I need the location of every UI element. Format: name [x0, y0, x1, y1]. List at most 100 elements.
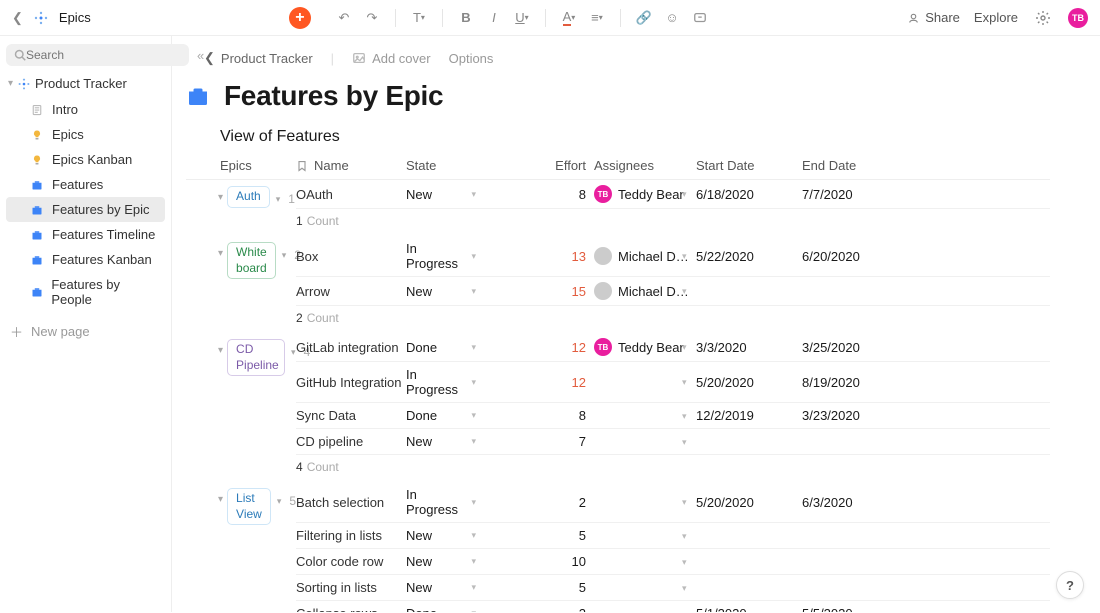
align-button[interactable]: ≡ ▾ [586, 7, 608, 29]
text-style-button[interactable]: T▾ [408, 7, 430, 29]
chevron-down-icon[interactable]: ▾ [471, 530, 476, 541]
explore-button[interactable]: Explore [974, 10, 1018, 25]
chevron-down-icon[interactable]: ▾ [218, 345, 223, 356]
table-row[interactable]: Collapse rowsDone▾2▾5/1/20205/5/2020 [296, 601, 1050, 612]
cell-assignee[interactable]: Michael Du… [586, 282, 696, 300]
search-input[interactable] [26, 48, 181, 62]
cell-state[interactable]: New▾ [406, 554, 506, 569]
table-row[interactable]: ArrowNew▾15Michael Du…▾ [296, 277, 1050, 306]
chevron-down-icon[interactable]: ▾ [471, 436, 476, 447]
table-row[interactable]: GitLab integrationDone▾12TBTeddy Bear▾3/… [296, 333, 1050, 362]
table-row[interactable]: GitHub IntegrationIn Progress▾12▾5/20/20… [296, 362, 1050, 403]
new-page-button[interactable]: ＋New page [6, 314, 165, 349]
search-box[interactable] [6, 44, 189, 66]
cell-assignee[interactable]: Michael Du… [586, 247, 696, 265]
cell-state[interactable]: In Progress▾ [406, 367, 506, 397]
table-row[interactable]: CD pipelineNew▾7▾ [296, 429, 1050, 455]
chevron-down-icon[interactable]: ▾ [277, 496, 282, 507]
chevron-down-icon[interactable]: ▾ [682, 286, 687, 297]
sidebar-item-epics-kanban[interactable]: Epics Kanban [6, 147, 165, 172]
collapse-sidebar-button[interactable]: « [195, 46, 206, 65]
share-button[interactable]: Share [909, 10, 960, 25]
sidebar-item-features-timeline[interactable]: Features Timeline [6, 222, 165, 247]
chevron-down-icon[interactable]: ▾ [682, 342, 687, 353]
redo-button[interactable]: ↷ [361, 7, 383, 29]
chevron-down-icon[interactable]: ▾ [471, 582, 476, 593]
cell-state[interactable]: New▾ [406, 284, 506, 299]
chevron-down-icon[interactable]: ▾ [471, 608, 476, 612]
chevron-down-icon[interactable]: ▾ [682, 251, 687, 262]
sidebar-item-features-kanban[interactable]: Features Kanban [6, 247, 165, 272]
chevron-down-icon[interactable]: ▾ [682, 377, 687, 388]
nav-group-product-tracker[interactable]: ▾ Product Tracker [6, 72, 165, 95]
col-header-start-date[interactable]: Start Date [696, 158, 802, 173]
sidebar-item-features-by-people[interactable]: Features by People [6, 272, 165, 312]
underline-button[interactable]: U▾ [511, 7, 533, 29]
sidebar-item-epics[interactable]: Epics [6, 122, 165, 147]
group-header[interactable]: ▾CD Pipeline▾4 [186, 333, 296, 482]
text-color-button[interactable]: A ▾ [558, 7, 580, 29]
table-row[interactable]: Sorting in listsNew▾5▾ [296, 575, 1050, 601]
undo-button[interactable]: ↶ [333, 7, 355, 29]
table-row[interactable]: OAuthNew▾8TBTeddy Bear▾6/18/20207/7/2020 [296, 180, 1050, 209]
chevron-down-icon[interactable]: ▾ [471, 342, 476, 353]
table-row[interactable]: Batch selectionIn Progress▾2▾5/20/20206/… [296, 482, 1050, 523]
col-header-name[interactable]: Name [296, 158, 406, 173]
chevron-down-icon[interactable]: ▾ [682, 189, 687, 200]
add-button[interactable]: + [289, 7, 311, 29]
col-header-assignees[interactable]: Assignees [586, 158, 696, 173]
sidebar-item-intro[interactable]: Intro [6, 97, 165, 122]
user-avatar[interactable]: TB [1068, 8, 1088, 28]
chevron-down-icon[interactable]: ▾ [471, 251, 476, 262]
emoji-button[interactable]: ☺ [661, 7, 683, 29]
cell-state[interactable]: New▾ [406, 528, 506, 543]
table-row[interactable]: Filtering in listsNew▾5▾ [296, 523, 1050, 549]
table-row[interactable]: BoxIn Progress▾13Michael Du…▾5/22/20206/… [296, 236, 1050, 277]
options-button[interactable]: Options [449, 51, 494, 66]
chevron-down-icon[interactable]: ▾ [218, 494, 223, 505]
group-pill[interactable]: List View [227, 488, 271, 525]
chevron-down-icon[interactable]: ▾ [471, 410, 476, 421]
chevron-down-icon[interactable]: ▾ [682, 437, 687, 448]
chevron-down-icon[interactable]: ▾ [471, 286, 476, 297]
chevron-down-icon[interactable]: ▾ [682, 497, 687, 508]
link-button[interactable]: 🔗 [633, 7, 655, 29]
chevron-down-icon[interactable]: ▾ [471, 497, 476, 508]
cell-state[interactable]: Done▾ [406, 340, 506, 355]
cell-state[interactable]: Done▾ [406, 606, 506, 612]
comment-button[interactable] [689, 7, 711, 29]
cell-assignee[interactable]: TBTeddy Bear [586, 185, 696, 203]
sidebar-item-features[interactable]: Features [6, 172, 165, 197]
bold-button[interactable]: B [455, 7, 477, 29]
chevron-down-icon[interactable]: ▾ [682, 557, 687, 568]
chevron-down-icon[interactable]: ▾ [291, 347, 296, 358]
cell-assignee[interactable]: TBTeddy Bear [586, 338, 696, 356]
group-pill[interactable]: Auth [227, 186, 270, 208]
cell-state[interactable]: Done▾ [406, 408, 506, 423]
chevron-down-icon[interactable]: ▾ [682, 411, 687, 422]
group-header[interactable]: ▾White​board▾2 [186, 236, 296, 333]
col-header-end-date[interactable]: End Date [802, 158, 902, 173]
back-button[interactable]: ❮ [12, 10, 23, 26]
chevron-down-icon[interactable]: ▾ [276, 194, 281, 205]
chevron-down-icon[interactable]: ▾ [682, 583, 687, 594]
chevron-down-icon[interactable]: ▾ [218, 192, 223, 203]
col-header-state[interactable]: State [406, 158, 506, 173]
cell-state[interactable]: In Progress▾ [406, 487, 506, 517]
add-cover-button[interactable]: Add cover [352, 51, 431, 66]
cell-state[interactable]: New▾ [406, 187, 506, 202]
chevron-down-icon[interactable]: ▾ [218, 248, 223, 259]
table-row[interactable]: Color code rowNew▾10▾ [296, 549, 1050, 575]
group-header[interactable]: ▾List View▾5 [186, 482, 296, 612]
chevron-down-icon[interactable]: ▾ [682, 609, 687, 613]
chevron-down-icon[interactable]: ▾ [471, 556, 476, 567]
italic-button[interactable]: I [483, 7, 505, 29]
sidebar-item-features-by-epic[interactable]: Features by Epic [6, 197, 165, 222]
chevron-down-icon[interactable]: ▾ [471, 189, 476, 200]
cell-state[interactable]: New▾ [406, 580, 506, 595]
col-header-effort[interactable]: Effort [506, 158, 586, 173]
cell-state[interactable]: New▾ [406, 434, 506, 449]
chevron-down-icon[interactable]: ▾ [282, 250, 287, 261]
settings-button[interactable] [1032, 7, 1054, 29]
col-header-epics[interactable]: Epics [186, 158, 296, 173]
